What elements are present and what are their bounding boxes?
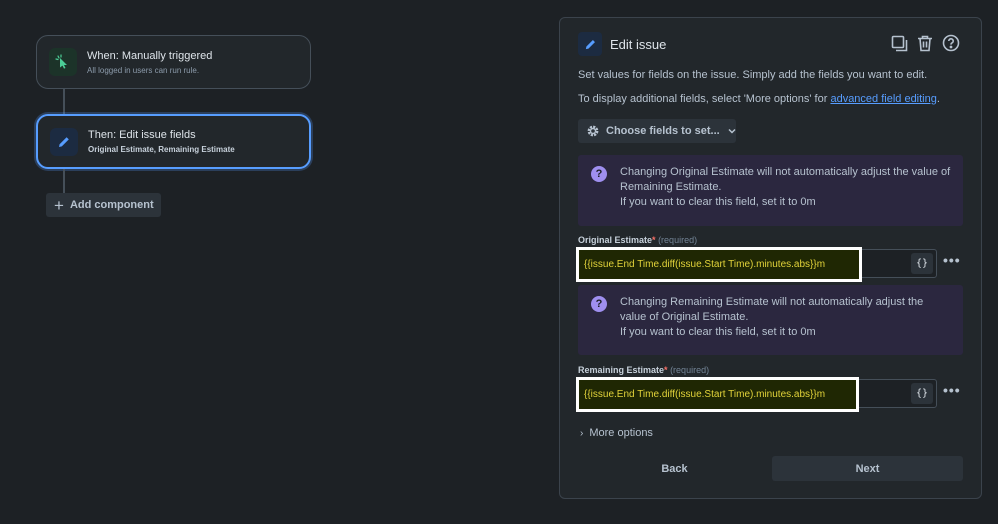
required-hint: (required) xyxy=(658,235,698,245)
trash-icon[interactable] xyxy=(915,33,935,53)
panel-description-more: To display additional fields, select 'Mo… xyxy=(578,93,940,105)
trigger-node[interactable]: When: Manually triggered All logged in u… xyxy=(36,35,311,89)
gear-icon xyxy=(586,124,600,138)
action-node[interactable]: Then: Edit issue fields Original Estimat… xyxy=(36,114,311,169)
original-estimate-input[interactable]: {{issue.End Time.diff(issue.Start Time).… xyxy=(576,247,862,282)
next-button[interactable]: Next xyxy=(772,456,963,481)
more-actions-icon[interactable]: ••• xyxy=(943,382,961,398)
plus-icon: + xyxy=(54,195,64,215)
smart-value-button[interactable]: {} xyxy=(911,253,933,274)
remaining-estimate-field[interactable]: {{issue.End Time.diff(issue.Start Time).… xyxy=(576,377,937,412)
pencil-icon xyxy=(578,32,602,56)
remaining-estimate-label: Remaining Estimate* (required) xyxy=(578,365,709,375)
panel-title: Edit issue xyxy=(610,36,667,52)
add-component-label: Add component xyxy=(69,199,154,211)
info-text: Changing Remaining Estimate will not aut… xyxy=(620,296,924,323)
original-estimate-field[interactable]: {{issue.End Time.diff(issue.Start Time).… xyxy=(576,247,937,282)
remaining-estimate-input[interactable]: {{issue.End Time.diff(issue.Start Time).… xyxy=(576,377,859,412)
required-star: * xyxy=(664,365,668,375)
advanced-field-editing-link[interactable]: advanced field editing xyxy=(830,93,936,105)
more-options-label: More options xyxy=(589,427,653,439)
description-prefix: To display additional fields, select 'Mo… xyxy=(578,93,831,105)
chevron-down-icon xyxy=(728,125,736,137)
add-component-button[interactable]: + Add component xyxy=(46,193,161,217)
choose-fields-button[interactable]: Choose fields to set... xyxy=(578,119,736,143)
original-estimate-label: Original Estimate* (required) xyxy=(578,235,697,245)
action-title: Then: Edit issue fields xyxy=(88,129,196,141)
info-text-clear: If you want to clear this field, set it … xyxy=(620,326,816,338)
description-suffix: . xyxy=(936,93,940,105)
panel-description: Set values for fields on the issue. Simp… xyxy=(578,69,928,81)
cursor-click-icon xyxy=(49,48,77,76)
question-icon: ? xyxy=(591,166,607,182)
field-label-text: Original Estimate xyxy=(578,235,653,245)
back-button[interactable]: Back xyxy=(578,456,771,481)
question-icon: ? xyxy=(591,296,607,312)
more-actions-icon[interactable]: ••• xyxy=(943,252,961,268)
info-text: Changing Original Estimate will not auto… xyxy=(620,166,951,193)
action-subtitle: Original Estimate, Remaining Estimate xyxy=(88,145,235,154)
edit-issue-panel: Edit issue Set values for fields on the … xyxy=(559,17,982,499)
info-text-clear: If you want to clear this field, set it … xyxy=(620,196,816,208)
trigger-title: When: Manually triggered xyxy=(87,49,213,62)
help-icon[interactable] xyxy=(941,33,961,53)
required-hint: (required) xyxy=(670,365,710,375)
info-message-original: ? Changing Original Estimate will not au… xyxy=(578,155,963,226)
trigger-subtitle: All logged in users can run rule. xyxy=(87,65,200,75)
info-message-remaining: ? Changing Remaining Estimate will not a… xyxy=(578,285,963,355)
field-label-text: Remaining Estimate xyxy=(578,365,665,375)
connector-line xyxy=(63,169,65,193)
connector-line xyxy=(63,89,65,114)
duplicate-icon[interactable] xyxy=(889,33,909,53)
pencil-icon xyxy=(50,127,78,156)
required-star: * xyxy=(652,235,656,245)
smart-value-button[interactable]: {} xyxy=(911,383,933,404)
more-options-toggle[interactable]: › More options xyxy=(580,427,653,439)
chevron-right-icon: › xyxy=(580,428,584,439)
choose-fields-label: Choose fields to set... xyxy=(606,125,720,137)
